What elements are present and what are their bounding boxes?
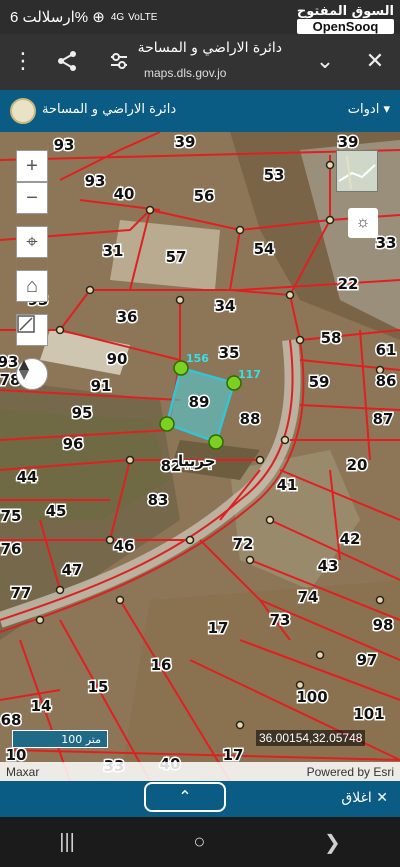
close-icon[interactable]: ✕ bbox=[360, 46, 390, 76]
department-name: دائرة الاراضي و المساحة bbox=[42, 102, 177, 117]
parcel-number-label[interactable]: 76 bbox=[0, 539, 23, 560]
parcel-number-label[interactable]: 96 bbox=[61, 434, 85, 455]
parcel-number-label[interactable]: 61 bbox=[374, 340, 398, 361]
parcel-number-label[interactable]: 86 bbox=[374, 371, 398, 392]
coordinates-readout: 36.00154,32.05748 bbox=[256, 730, 366, 746]
parcel-number-label[interactable]: 98 bbox=[371, 615, 395, 636]
close-panel-button[interactable]: اغلاق ✕ bbox=[341, 790, 388, 806]
compass-icon[interactable] bbox=[16, 358, 48, 390]
parcel-number-label[interactable]: 33 bbox=[374, 233, 398, 254]
app-header: دائرة الاراضي و المساحة ادوات ▾ bbox=[0, 90, 400, 132]
parcel-number-label[interactable]: 39 bbox=[336, 132, 360, 153]
crosshair-icon[interactable]: ⌖ bbox=[16, 226, 48, 258]
net-4g: 4G bbox=[110, 11, 125, 23]
network-indicators: 4G VoLTE bbox=[111, 12, 158, 23]
page-title: دائرة الاراضي و المساحة bbox=[137, 40, 282, 56]
parcel-number-label[interactable]: 88 bbox=[238, 409, 262, 430]
parcel-number-label[interactable]: 75 bbox=[0, 506, 23, 527]
parcel-number-label[interactable]: 46 bbox=[112, 536, 136, 557]
map-view[interactable]: 156 117 93 39 39 93 53 40 56 33 31 57 54 22 93 36 34 58… bbox=[0, 132, 400, 781]
parcel-number-label[interactable]: 43 bbox=[316, 556, 340, 577]
parcel-number-label[interactable]: 15 bbox=[86, 677, 110, 698]
parcel-number-label[interactable]: 90 bbox=[105, 349, 129, 370]
parcel-number-label[interactable]: 57 bbox=[164, 247, 188, 268]
parcel-number-label[interactable]: 56 bbox=[192, 186, 216, 207]
more-icon[interactable]: ⋮ bbox=[8, 46, 38, 76]
attribution-bar: Maxar Powered by Esri bbox=[0, 762, 400, 781]
parcel-number-label[interactable]: 89 bbox=[187, 392, 211, 413]
parcel-number-label[interactable]: 54 bbox=[252, 239, 276, 260]
map-canvas[interactable]: 156 117 93 39 39 93 53 40 56 33 31 57 54 22 93 36 34 58… bbox=[0, 132, 400, 781]
vertex-label: 117 bbox=[238, 368, 261, 381]
parcel-number-label[interactable]: 47 bbox=[60, 560, 84, 581]
recent-apps-button[interactable]: ||| bbox=[59, 831, 75, 854]
parcel-number-label[interactable]: 40 bbox=[112, 184, 136, 205]
measure-icon[interactable] bbox=[16, 314, 48, 346]
esri-credit[interactable]: Powered by Esri bbox=[307, 765, 394, 779]
town-label: جريبا bbox=[178, 452, 216, 470]
share-icon[interactable] bbox=[52, 46, 82, 76]
parcel-number-label[interactable]: 31 bbox=[101, 241, 125, 262]
parcel-number-label[interactable]: 95 bbox=[70, 403, 94, 424]
parcel-number-label[interactable]: 93 bbox=[83, 171, 107, 192]
parcel-number-label[interactable]: 100 bbox=[295, 687, 329, 708]
chevron-up-icon[interactable]: ⌃ bbox=[144, 782, 226, 812]
scale-bar: 100 متر bbox=[12, 730, 108, 748]
zoom-out-button[interactable]: − bbox=[16, 182, 48, 214]
parcel-number-label[interactable]: 68 bbox=[0, 710, 23, 731]
parcel-number-label[interactable]: 97 bbox=[355, 650, 379, 671]
page-url[interactable]: maps.dls.gov.jo bbox=[144, 66, 226, 80]
parcel-number-label[interactable]: 101 bbox=[352, 704, 386, 725]
bottom-panel-bar: ⌃ اغلاق ✕ bbox=[0, 781, 400, 817]
parcel-number-label[interactable]: 53 bbox=[262, 165, 286, 186]
parcel-number-label[interactable]: 83 bbox=[146, 490, 170, 511]
parcel-number-label[interactable]: 44 bbox=[15, 467, 39, 488]
parcel-number-label[interactable]: 34 bbox=[213, 296, 237, 317]
parcel-number-label[interactable]: 74 bbox=[296, 587, 320, 608]
parcel-number-label[interactable]: 20 bbox=[345, 455, 369, 476]
parcel-number-label[interactable]: 41 bbox=[275, 475, 299, 496]
parcel-number-label[interactable]: 77 bbox=[9, 583, 33, 604]
vertex-label: 156 bbox=[186, 352, 209, 365]
parcel-number-label[interactable]: 87 bbox=[371, 409, 395, 430]
parcel-number-label[interactable]: 59 bbox=[307, 372, 331, 393]
status-left: ارسلالت 6% ⊕ bbox=[10, 9, 105, 26]
parcel-number-label[interactable]: 35 bbox=[217, 343, 241, 364]
parcel-number-label[interactable]: 91 bbox=[89, 376, 113, 397]
parcel-number-label[interactable]: 16 bbox=[149, 655, 173, 676]
imagery-credit: Maxar bbox=[6, 764, 40, 779]
dls-logo bbox=[10, 98, 36, 124]
tools-menu[interactable]: ادوات ▾ bbox=[348, 102, 390, 117]
parcel-number-label[interactable]: 58 bbox=[319, 328, 343, 349]
parcel-number-label[interactable]: 14 bbox=[29, 696, 53, 717]
basemap-thumbnail[interactable] bbox=[336, 150, 378, 192]
home-icon[interactable]: ⌂ bbox=[16, 270, 48, 302]
system-nav-bar: ||| ○ ❯ bbox=[0, 817, 400, 867]
net-volte: VoLTE bbox=[128, 11, 158, 23]
chevron-down-icon[interactable]: ⌄ bbox=[310, 46, 340, 76]
watermark-arabic: السوق المفتوح bbox=[296, 4, 394, 19]
parcel-number-label[interactable]: 45 bbox=[44, 501, 68, 522]
sun-icon[interactable]: ☼ bbox=[348, 208, 378, 238]
watermark-latin: OpenSooq bbox=[296, 19, 394, 34]
watermark-logo: السوق المفتوح OpenSooq bbox=[296, 4, 394, 34]
back-button[interactable]: ❯ bbox=[324, 830, 341, 855]
parcel-number-label[interactable]: 36 bbox=[115, 307, 139, 328]
parcel-number-label[interactable]: 93 bbox=[52, 135, 76, 156]
zoom-in-button[interactable]: + bbox=[16, 150, 48, 182]
parcel-number-label[interactable]: 42 bbox=[338, 529, 362, 550]
parcel-number-label[interactable]: 17 bbox=[206, 618, 230, 639]
home-button[interactable]: ○ bbox=[193, 831, 205, 854]
browser-bar: ⋮ دائرة الاراضي و المساحة maps.dls.gov.j… bbox=[0, 34, 400, 90]
parcel-number-label[interactable]: 39 bbox=[173, 132, 197, 153]
parcel-number-label[interactable]: 72 bbox=[231, 534, 255, 555]
parcel-number-label[interactable]: 73 bbox=[268, 610, 292, 631]
parcel-number-label[interactable]: 93 bbox=[0, 352, 20, 373]
parcel-number-label[interactable]: 22 bbox=[336, 274, 360, 295]
status-bar: ارسلالت 6% ⊕ 4G VoLTE السوق المفتوح Open… bbox=[0, 0, 400, 34]
